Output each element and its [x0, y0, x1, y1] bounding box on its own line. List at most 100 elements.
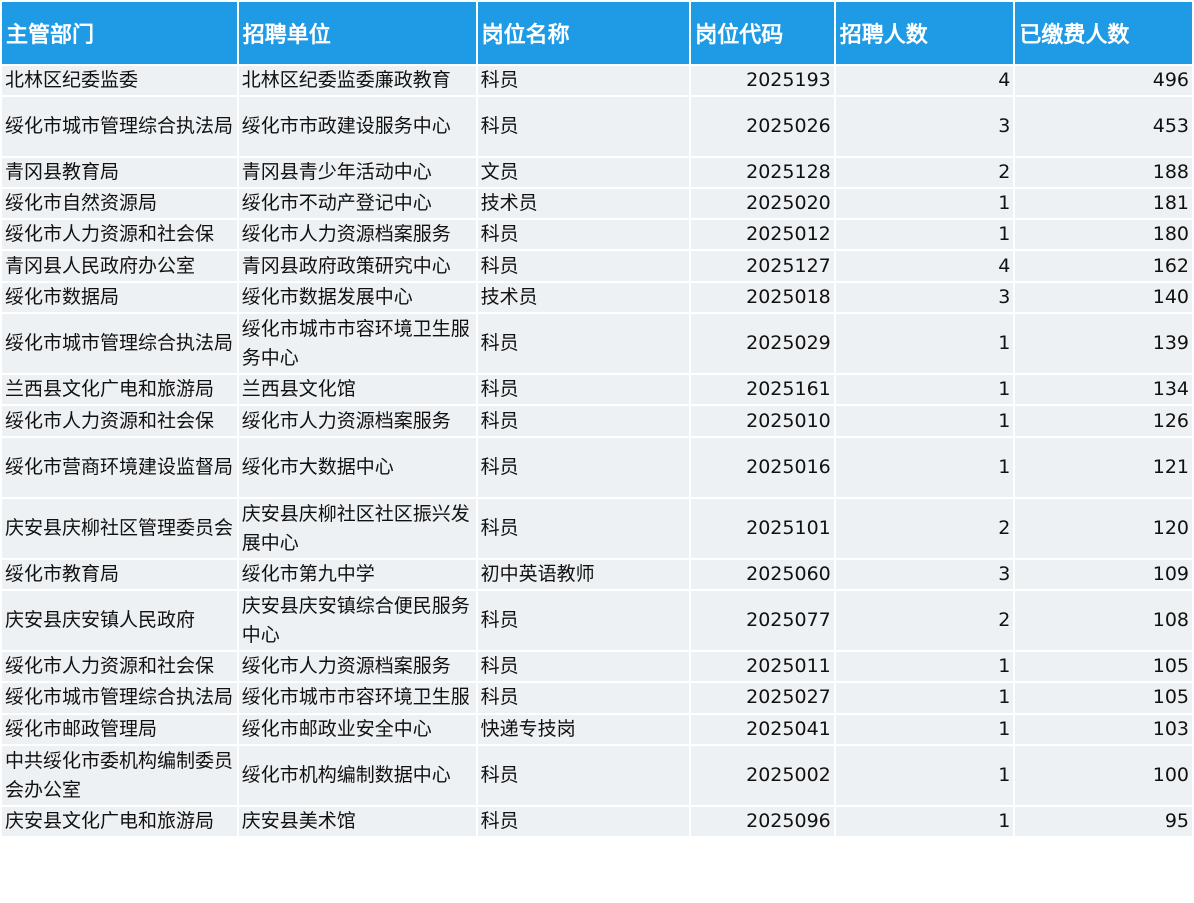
cell-hire-count: 1 [835, 746, 1014, 805]
cell-dept: 庆安县文化广电和旅游局 [2, 807, 237, 836]
cell-paid-count: 496 [1015, 66, 1192, 95]
cell-unit: 绥化市城市市容环境卫生服务中心 [238, 683, 476, 713]
cell-unit: 绥化市第九中学 [238, 560, 476, 589]
cell-dept: 绥化市城市管理综合执法局 [2, 314, 237, 373]
table-row[interactable]: 绥化市自然资源局 绥化市不动产登记中心 技术员 2025020 1 181 [2, 189, 1192, 218]
cell-code: 2025101 [691, 499, 834, 558]
cell-unit: 绥化市机构编制数据中心 [238, 746, 476, 805]
table-row[interactable]: 绥化市教育局 绥化市第九中学 初中英语教师 2025060 3 109 [2, 560, 1192, 589]
table-row[interactable]: 庆安县文化广电和旅游局 庆安县美术馆 科员 2025096 1 95 [2, 807, 1192, 836]
cell-hire-count: 1 [835, 715, 1014, 744]
cell-dept: 绥化市数据局 [2, 283, 237, 312]
cell-paid-count: 108 [1015, 591, 1192, 650]
cell-paid-count: 180 [1015, 220, 1192, 249]
cell-code: 2025193 [691, 66, 834, 95]
cell-code: 2025127 [691, 251, 834, 281]
cell-code: 2025011 [691, 652, 834, 681]
cell-paid-count: 105 [1015, 683, 1192, 713]
cell-code: 2025018 [691, 283, 834, 312]
cell-post: 科员 [477, 406, 690, 436]
cell-unit: 庆安县庆柳社区社区振兴发展中心 [238, 499, 476, 558]
header-hire-count[interactable]: 招聘人数 [835, 2, 1014, 64]
table-row[interactable]: 绥化市城市管理综合执法局 绥化市城市市容环境卫生服务中心 科员 2025029 1 139 [2, 314, 1192, 373]
cell-unit: 绥化市邮政业安全中心 [238, 715, 476, 744]
cell-unit: 庆安县庆安镇综合便民服务中心 [238, 591, 476, 650]
table-row[interactable]: 青冈县教育局 青冈县青少年活动中心 文员 2025128 2 188 [2, 158, 1192, 187]
cell-code: 2025026 [691, 97, 834, 156]
cell-unit: 绥化市数据发展中心 [238, 283, 476, 312]
table-row[interactable]: 绥化市营商环境建设监督局 绥化市大数据中心 科员 2025016 1 121 [2, 438, 1192, 497]
cell-hire-count: 2 [835, 499, 1014, 558]
cell-paid-count: 188 [1015, 158, 1192, 187]
cell-post: 科员 [477, 591, 690, 650]
cell-paid-count: 453 [1015, 97, 1192, 156]
cell-post: 科员 [477, 438, 690, 497]
cell-dept: 绥化市营商环境建设监督局 [2, 438, 237, 497]
table-row[interactable]: 庆安县庆安镇人民政府 庆安县庆安镇综合便民服务中心 科员 2025077 2 108 [2, 591, 1192, 650]
cell-hire-count: 2 [835, 158, 1014, 187]
table-row[interactable]: 绥化市邮政管理局 绥化市邮政业安全中心 快递专技岗 2025041 1 103 [2, 715, 1192, 744]
cell-hire-count: 1 [835, 406, 1014, 436]
cell-post: 科员 [477, 807, 690, 836]
cell-code: 2025096 [691, 807, 834, 836]
table-row[interactable]: 绥化市人力资源和社会保 绥化市人力资源档案服务 科员 2025011 1 105 [2, 652, 1192, 681]
cell-post: 技术员 [477, 189, 690, 218]
cell-code: 2025128 [691, 158, 834, 187]
cell-paid-count: 139 [1015, 314, 1192, 373]
table-row[interactable]: 绥化市人力资源和社会保 绥化市人力资源档案服务 科员 2025010 1 126 [2, 406, 1192, 436]
table-row[interactable]: 绥化市城市管理综合执法局 绥化市市政建设服务中心 科员 2025026 3 453 [2, 97, 1192, 156]
cell-post: 技术员 [477, 283, 690, 312]
table-row[interactable]: 兰西县文化广电和旅游局 兰西县文化馆 科员 2025161 1 134 [2, 375, 1192, 404]
cell-paid-count: 100 [1015, 746, 1192, 805]
cell-dept: 青冈县教育局 [2, 158, 237, 187]
cell-code: 2025077 [691, 591, 834, 650]
header-row: 主管部门 招聘单位 岗位名称 岗位代码 招聘人数 已缴费人数 [2, 2, 1192, 64]
cell-code: 2025016 [691, 438, 834, 497]
cell-hire-count: 4 [835, 66, 1014, 95]
cell-code: 2025012 [691, 220, 834, 249]
cell-dept: 绥化市自然资源局 [2, 189, 237, 218]
table-row[interactable]: 北林区纪委监委 北林区纪委监委廉政教育 科员 2025193 4 496 [2, 66, 1192, 95]
cell-paid-count: 162 [1015, 251, 1192, 281]
cell-code: 2025029 [691, 314, 834, 373]
cell-post: 科员 [477, 499, 690, 558]
cell-post: 科员 [477, 314, 690, 373]
table-row[interactable]: 绥化市数据局 绥化市数据发展中心 技术员 2025018 3 140 [2, 283, 1192, 312]
cell-code: 2025041 [691, 715, 834, 744]
cell-dept: 中共绥化市委机构编制委员会办公室 [2, 746, 237, 805]
cell-dept: 庆安县庆安镇人民政府 [2, 591, 237, 650]
cell-unit: 绥化市大数据中心 [238, 438, 476, 497]
cell-paid-count: 121 [1015, 438, 1192, 497]
cell-dept: 绥化市城市管理综合执法局 [2, 683, 237, 713]
cell-hire-count: 1 [835, 314, 1014, 373]
header-dept[interactable]: 主管部门 [2, 2, 237, 64]
header-code[interactable]: 岗位代码 [691, 2, 834, 64]
cell-paid-count: 140 [1015, 283, 1192, 312]
cell-hire-count: 1 [835, 683, 1014, 713]
cell-post: 科员 [477, 66, 690, 95]
cell-unit: 庆安县美术馆 [238, 807, 476, 836]
cell-unit: 绥化市城市市容环境卫生服务中心 [238, 314, 476, 373]
table-row[interactable]: 青冈县人民政府办公室 青冈县政府政策研究中心 科员 2025127 4 162 [2, 251, 1192, 281]
cell-post: 科员 [477, 746, 690, 805]
header-paid-count[interactable]: 已缴费人数 [1015, 2, 1192, 64]
cell-post: 科员 [477, 375, 690, 404]
cell-dept: 绥化市人力资源和社会保 [2, 220, 237, 249]
header-unit[interactable]: 招聘单位 [238, 2, 476, 64]
table-row[interactable]: 庆安县庆柳社区管理委员会 庆安县庆柳社区社区振兴发展中心 科员 2025101 2 120 [2, 499, 1192, 558]
cell-unit: 绥化市人力资源档案服务 [238, 406, 476, 436]
table-row[interactable]: 中共绥化市委机构编制委员会办公室 绥化市机构编制数据中心 科员 2025002 1 100 [2, 746, 1192, 805]
table-row[interactable]: 绥化市人力资源和社会保 绥化市人力资源档案服务 科员 2025012 1 180 [2, 220, 1192, 249]
cell-unit: 绥化市市政建设服务中心 [238, 97, 476, 156]
cell-dept: 北林区纪委监委 [2, 66, 237, 95]
cell-dept: 绥化市人力资源和社会保 [2, 406, 237, 436]
header-post[interactable]: 岗位名称 [477, 2, 690, 64]
cell-unit: 青冈县政府政策研究中心 [238, 251, 476, 281]
cell-code: 2025002 [691, 746, 834, 805]
cell-paid-count: 134 [1015, 375, 1192, 404]
cell-hire-count: 1 [835, 220, 1014, 249]
cell-code: 2025027 [691, 683, 834, 713]
cell-code: 2025010 [691, 406, 834, 436]
table-row[interactable]: 绥化市城市管理综合执法局绥化市城市市容环境卫生服务中心科员20250271105 [2, 683, 1192, 713]
cell-post: 科员 [477, 220, 690, 249]
